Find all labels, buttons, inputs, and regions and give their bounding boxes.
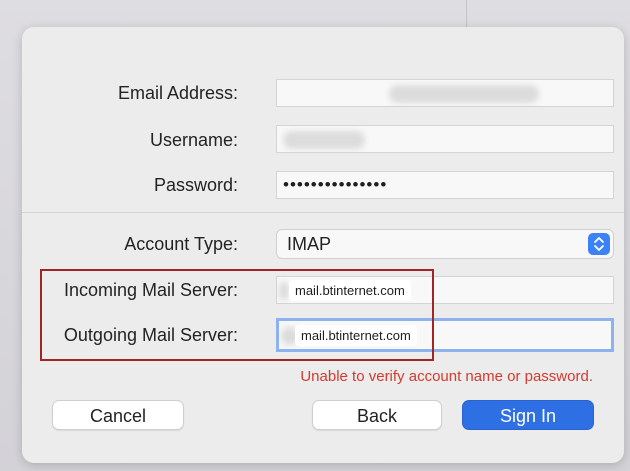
account-type-select[interactable]: IMAP [276,229,614,259]
back-button[interactable]: Back [312,400,442,430]
sign-in-button[interactable]: Sign In [462,400,594,430]
password-field[interactable]: ••••••••••••••• [276,171,614,199]
redacted-username [283,131,365,149]
password-label: Password: [153,175,238,195]
section-divider [22,212,624,213]
cancel-button[interactable]: Cancel [52,400,184,430]
username-label: Username: [149,130,238,150]
account-type-value: IMAP [287,234,332,254]
username-field[interactable] [276,125,614,153]
email-address-field[interactable] [276,79,614,107]
redacted-email [389,85,539,103]
background-divider [466,0,467,30]
account-setup-dialog: Email Address: Username: Password: •••••… [22,27,624,463]
select-stepper-icon[interactable] [588,233,610,255]
server-fields-highlight [40,269,434,361]
password-dots: ••••••••••••••• [283,175,388,194]
error-message: Unable to verify account name or passwor… [300,368,593,385]
email-address-label: Email Address: [117,83,238,103]
account-type-label: Account Type: [124,234,238,254]
